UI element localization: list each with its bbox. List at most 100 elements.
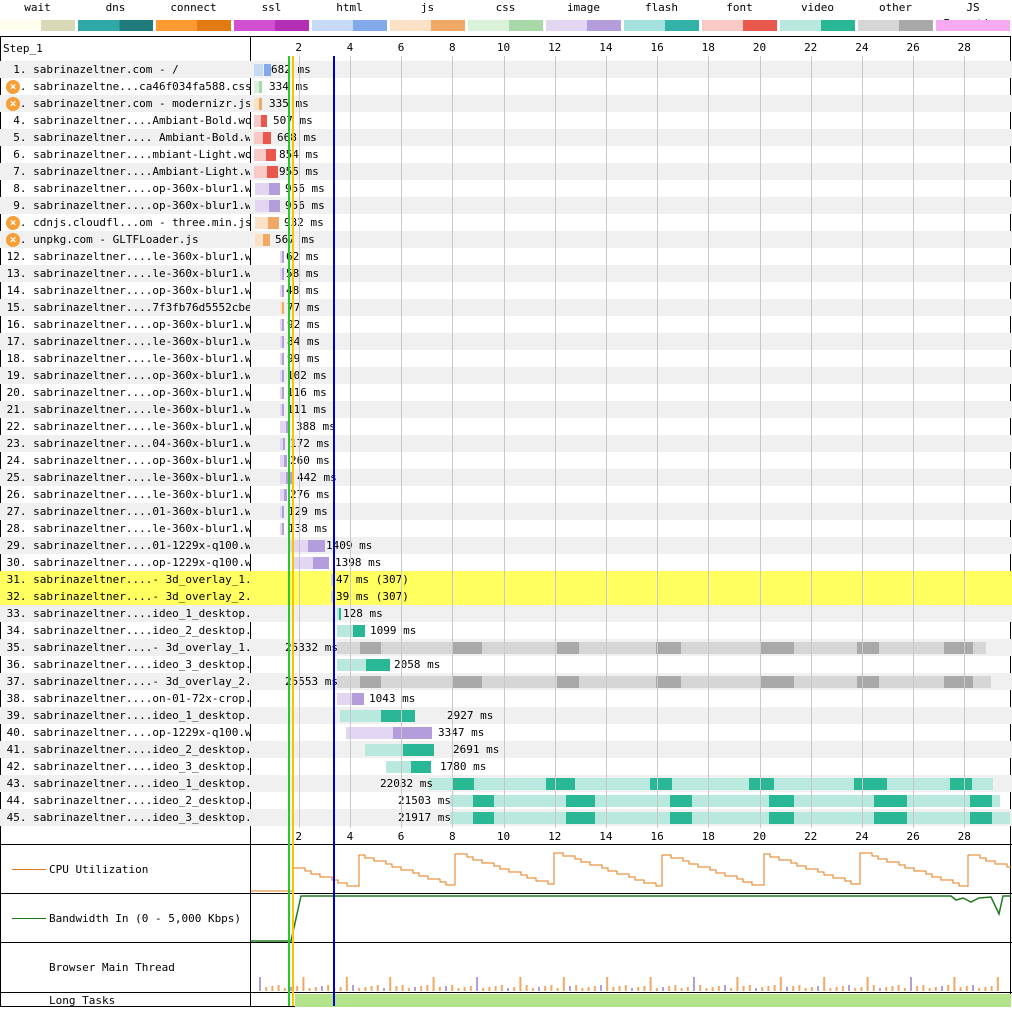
main-thread-activity-bar xyxy=(395,986,398,991)
request-row[interactable]: 5. sabrinazeltner.... Ambiant-Bold.woff 6… xyxy=(0,129,1012,146)
request-url-label: 8. sabrinazeltner....op-360x-blur1.webp xyxy=(0,182,250,195)
request-bar-chunk xyxy=(761,676,795,688)
request-bar-chunk xyxy=(879,676,908,688)
request-bar-chunk xyxy=(522,795,545,807)
request-url-label: 29. sabrinazeltner....01-1229x-q100.webp xyxy=(0,539,250,552)
request-row[interactable]: 10. cdnjs.cloudfl...om - three.min.js × 93… xyxy=(0,214,1012,231)
request-url-label: 10. cdnjs.cloudfl...om - three.min.js xyxy=(0,216,250,229)
request-bar-chunk xyxy=(956,812,971,824)
request-row[interactable]: 9. sabrinazeltner....op-360x-blur1.webp 9… xyxy=(0,197,1012,214)
request-row[interactable]: 21. sabrinazeltner....le-360x-blur1.webp… xyxy=(0,401,1012,418)
main-thread-activity-bar xyxy=(786,987,788,991)
axis-tick-label: 8 xyxy=(448,41,456,54)
main-thread-activity-bar xyxy=(345,977,348,991)
request-row[interactable]: 6. sabrinazeltner....mbiant-Light.woff2 8… xyxy=(0,146,1012,163)
request-row[interactable]: 41. sabrinazeltner....ideo_2_desktop.mp4… xyxy=(0,741,1012,758)
request-bar-chunk xyxy=(381,676,410,688)
request-row[interactable]: 12. sabrinazeltner....le-360x-blur1.webp… xyxy=(0,248,1012,265)
request-row[interactable]: 24. sabrinazeltner....op-360x-blur1.webp… xyxy=(0,452,1012,469)
request-row[interactable]: 25. sabrinazeltner....le-360x-blur1.webp… xyxy=(0,469,1012,486)
request-bar-chunk xyxy=(935,778,950,790)
request-row[interactable]: 14. sabrinazeltner....op-360x-blur1.webp… xyxy=(0,282,1012,299)
main-thread-activity-bar xyxy=(891,986,894,991)
request-row[interactable]: 17. sabrinazeltner....le-360x-blur1.webp… xyxy=(0,333,1012,350)
main-thread-activity-bar xyxy=(364,987,367,991)
request-bar-chunk xyxy=(692,812,717,824)
request-row[interactable]: 44. sabrinazeltner....ideo_2_desktop.mp4… xyxy=(0,792,1012,809)
request-row[interactable]: 18. sabrinazeltner....le-360x-blur1.webp… xyxy=(0,350,1012,367)
request-bar-chunk xyxy=(431,642,454,654)
request-row[interactable]: 37. sabrinazeltner....- 3d_overlay_2.glb… xyxy=(0,673,1012,690)
request-row[interactable]: 32. sabrinazeltner....- 3d_overlay_2.glb… xyxy=(0,588,1012,605)
request-row[interactable]: 43. sabrinazeltner....ideo_1_desktop.mp4… xyxy=(0,775,1012,792)
request-url-label: 12. sabrinazeltner....le-360x-blur1.webp xyxy=(0,250,250,263)
request-row[interactable]: 33. sabrinazeltner....ideo_1_desktop.mp4… xyxy=(0,605,1012,622)
request-row[interactable]: 3. sabrinazeltner.com - modernizr.js × 335… xyxy=(0,95,1012,112)
request-row[interactable]: 29. sabrinazeltner....01-1229x-q100.webp… xyxy=(0,537,1012,554)
request-row[interactable]: 7. sabrinazeltner....Ambiant-Light.woff 9… xyxy=(0,163,1012,180)
request-bar-chunk xyxy=(794,676,817,688)
legend-label: connect xyxy=(170,1,217,14)
request-timing-label: 22032 ms xyxy=(380,777,433,790)
request-row[interactable]: 27. sabrinazeltner....01-360x-blur1.webp… xyxy=(0,503,1012,520)
main-thread-activity-bar xyxy=(903,988,906,991)
main-thread-activity-bar xyxy=(680,988,683,991)
request-bar-wait xyxy=(255,200,269,212)
request-row[interactable]: 26. sabrinazeltner....le-360x-blur1.webp… xyxy=(0,486,1012,503)
request-row[interactable]: 45. sabrinazeltner....ideo_3_desktop.mp4… xyxy=(0,809,1012,826)
request-timing-label: 276 ms xyxy=(290,488,330,501)
axis-tick-label: 14 xyxy=(599,41,613,54)
request-row[interactable]: 40. sabrinazeltner....op-1229x-q100.webp… xyxy=(0,724,1012,741)
main-thread-activity-bar xyxy=(544,986,547,991)
legend-swatch xyxy=(858,20,933,31)
request-row[interactable]: 36. sabrinazeltner....ideo_3_desktop.mp4… xyxy=(0,656,1012,673)
main-thread-activity-bar xyxy=(885,987,888,991)
request-row[interactable]: 35. sabrinazeltner....- 3d_overlay_1.glb… xyxy=(0,639,1012,656)
request-row[interactable]: 31. sabrinazeltner....- 3d_overlay_1.glb… xyxy=(0,571,1012,588)
error-icon: × xyxy=(6,80,20,94)
request-row[interactable]: 11. unpkg.com - GLTFLoader.js × 567 ms xyxy=(0,231,1012,248)
request-row[interactable]: 42. sabrinazeltner....ideo_3_desktop.mp4… xyxy=(0,758,1012,775)
request-bar-chunk xyxy=(566,812,596,824)
request-bar-chunk xyxy=(726,778,749,790)
request-row[interactable]: 8. sabrinazeltner....op-360x-blur1.webp 9… xyxy=(0,180,1012,197)
request-row[interactable]: 2. sabrinazeltne...ca46f034fa588.css × 334… xyxy=(0,78,1012,95)
request-row[interactable]: 22. sabrinazeltner....le-360x-blur1.webp… xyxy=(0,418,1012,435)
main-thread-activity-bar xyxy=(618,986,621,991)
request-timing-label: 335 ms xyxy=(269,97,309,110)
request-bar-chunk xyxy=(794,795,827,807)
request-bar-download xyxy=(265,149,276,161)
legend-label: video xyxy=(800,1,835,14)
axis-tick-label: 10 xyxy=(496,830,511,843)
request-row[interactable]: 20. sabrinazeltner....op-360x-blur1.webp… xyxy=(0,384,1012,401)
main-thread-activity-bar xyxy=(296,986,299,991)
request-bar-chunk xyxy=(827,778,854,790)
request-bar-chunk xyxy=(473,795,495,807)
request-row[interactable]: 23. sabrinazeltner....04-360x-blur1.webp… xyxy=(0,435,1012,452)
request-bar-chunk xyxy=(482,676,505,688)
request-bar-chunk xyxy=(430,778,453,790)
request-row[interactable]: 30. sabrinazeltner....op-1229x-q100.webp… xyxy=(0,554,1012,571)
legend-swatch xyxy=(390,20,465,31)
error-icon: × xyxy=(6,97,20,111)
legend-swatch xyxy=(936,20,1010,31)
request-row[interactable]: 15. sabrinazeltner....7f3fb76d5552cbe.js… xyxy=(0,299,1012,316)
request-row[interactable]: 4. sabrinazeltner....Ambiant-Bold.woff2 5… xyxy=(0,112,1012,129)
request-bar-chunk xyxy=(843,676,858,688)
main-thread-activity-bar xyxy=(767,986,770,991)
request-bar-download xyxy=(263,132,271,144)
request-row[interactable]: 16. sabrinazeltner....op-360x-blur1.webp… xyxy=(0,316,1012,333)
request-bar-chunk xyxy=(973,676,990,688)
request-row[interactable]: 38. sabrinazeltner....on-01-72x-crop.png… xyxy=(0,690,1012,707)
request-timing-label: 116 ms xyxy=(287,386,327,399)
request-row[interactable]: 13. sabrinazeltner....le-360x-blur1.webp… xyxy=(0,265,1012,282)
request-row[interactable]: 19. sabrinazeltner....op-360x-blur1.webp… xyxy=(0,367,1012,384)
request-row[interactable]: 39. sabrinazeltner....ideo_1_desktop.mp4… xyxy=(0,707,1012,724)
main-thread-activity-bar xyxy=(587,987,590,991)
main-thread-activity-bar xyxy=(265,987,268,991)
request-bar-download xyxy=(308,540,325,552)
request-bar-wait xyxy=(337,693,352,705)
request-row[interactable]: 28. sabrinazeltner....le-360x-blur1.webp… xyxy=(0,520,1012,537)
request-row[interactable]: 34. sabrinazeltner....ideo_2_desktop.mp4… xyxy=(0,622,1012,639)
request-row[interactable]: 1. sabrinazeltner.com - / 682 ms xyxy=(0,61,1012,78)
